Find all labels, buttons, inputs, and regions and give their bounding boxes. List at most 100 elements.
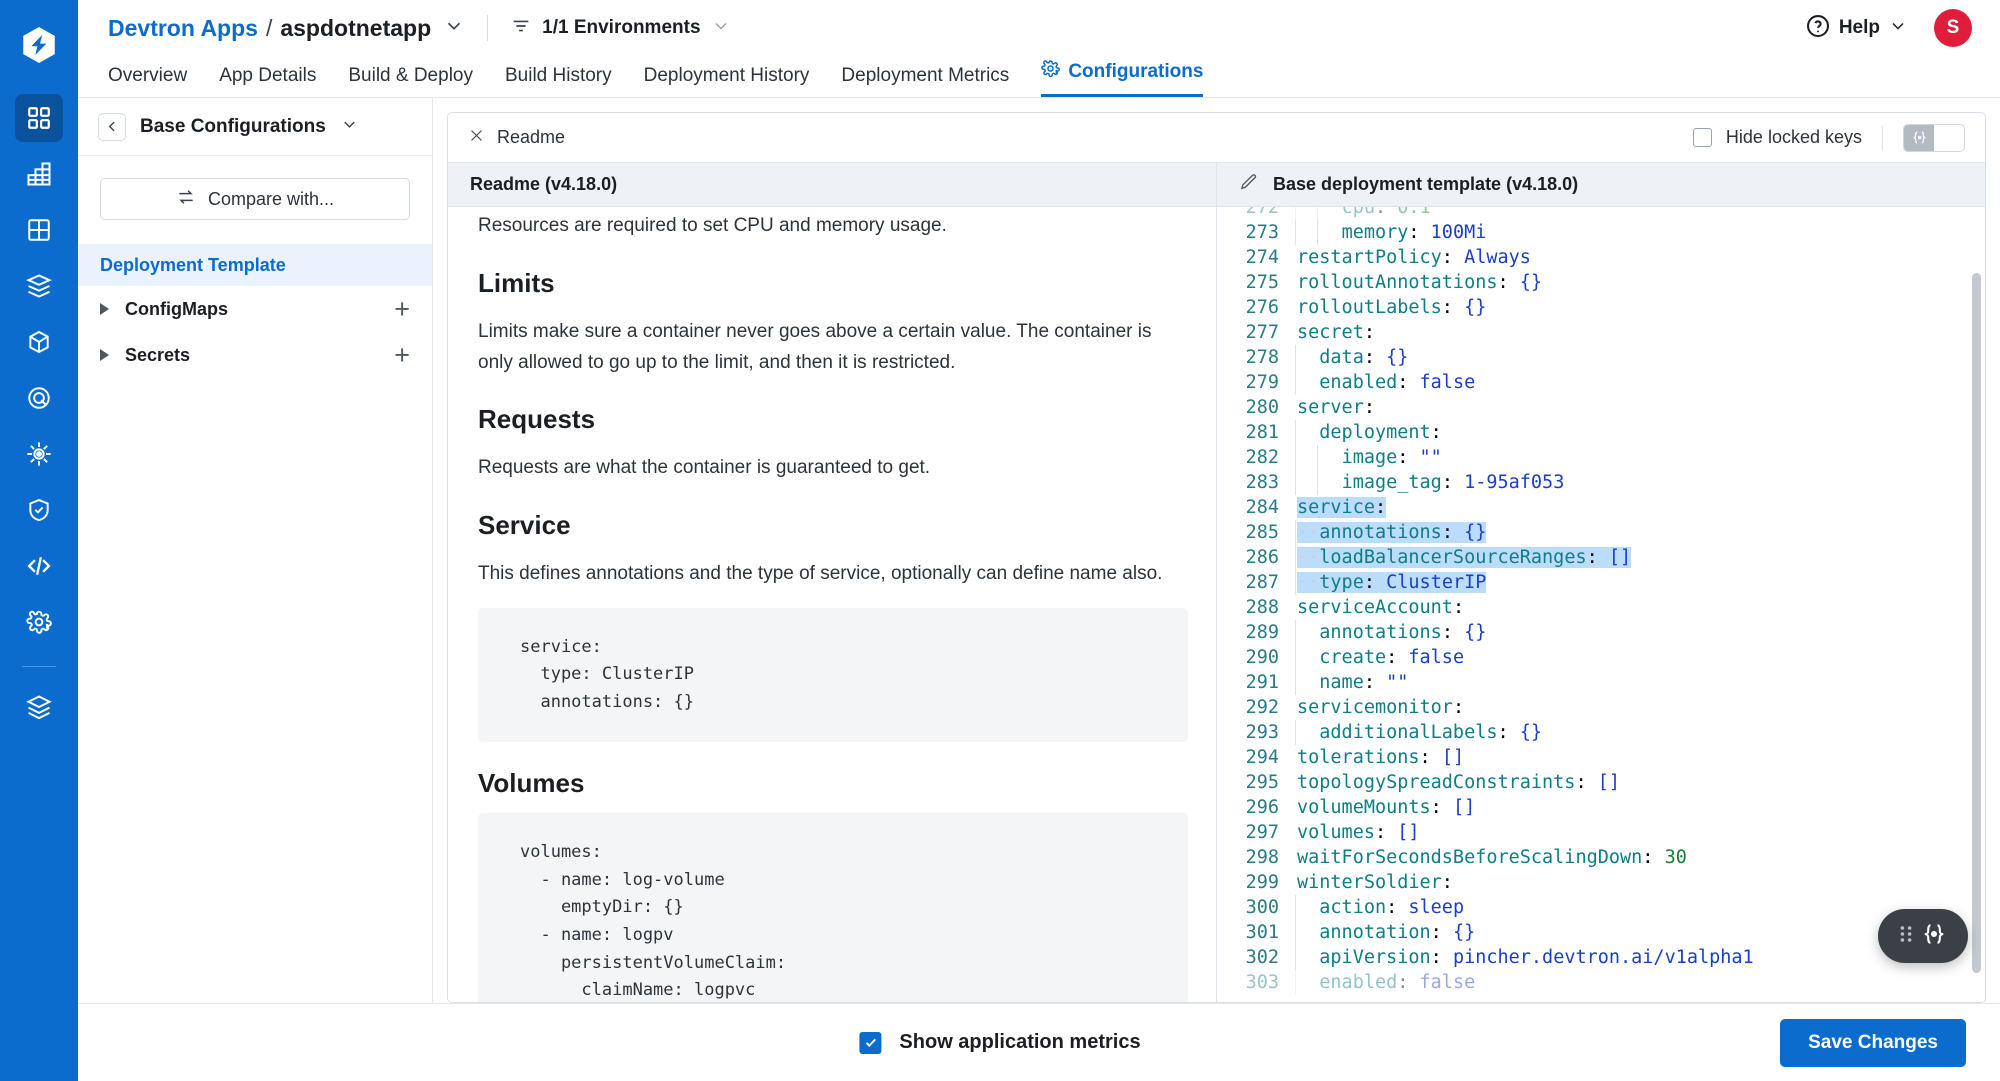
yaml-line-content: memory: 100Mi: [1341, 222, 1487, 243]
yaml-line[interactable]: 277 secret:: [1217, 320, 1985, 345]
yaml-line-number: 275: [1245, 272, 1279, 293]
yaml-line-number: 303: [1245, 972, 1279, 993]
deployment-template-header: Base deployment template (v4.18.0): [1217, 163, 1985, 207]
yaml-line[interactable]: 297 volumes: []: [1217, 820, 1985, 845]
yaml-line[interactable]: 274 restartPolicy: Always: [1217, 245, 1985, 270]
tab-app-details[interactable]: App Details: [219, 65, 316, 97]
save-changes-button[interactable]: Save Changes: [1780, 1018, 1966, 1067]
rail-item-shield-check-icon[interactable]: [15, 486, 63, 534]
rail-item-chart-store[interactable]: [15, 262, 63, 310]
yaml-line[interactable]: 272 cpu: 0.1: [1217, 207, 1985, 220]
help-menu[interactable]: Help: [1805, 13, 1908, 44]
yaml-line[interactable]: 285 ··annotations: {}: [1217, 520, 1985, 545]
rail-item-helm-wheel-icon[interactable]: [15, 430, 63, 478]
tab-label: Overview: [108, 65, 188, 86]
rail-item-target[interactable]: [15, 374, 63, 422]
yaml-line[interactable]: 279 enabled: false: [1217, 370, 1985, 395]
show-application-metrics-checkbox[interactable]: [859, 1031, 882, 1054]
readme-pane: Readme (v4.18.0) Resources are required …: [448, 163, 1217, 1002]
tab-deployment-metrics[interactable]: Deployment Metrics: [841, 65, 1009, 97]
sidebar-title-chevron-down-icon[interactable]: [340, 115, 359, 139]
rail-divider: [22, 666, 56, 667]
rail-item-applications[interactable]: [15, 94, 63, 142]
yaml-line-content: data: {}: [1319, 347, 1409, 368]
add-configmap-button[interactable]: +: [394, 295, 410, 323]
gear-icon: [1041, 59, 1061, 84]
tab-deployment-history[interactable]: Deployment History: [644, 65, 810, 97]
view-mode-toggle[interactable]: [1903, 123, 1965, 152]
yaml-line[interactable]: 301 annotation: {}: [1217, 920, 1985, 945]
sidebar-title: Base Configurations: [140, 115, 326, 137]
close-icon[interactable]: [468, 127, 485, 149]
yaml-line[interactable]: 293 additionalLabels: {}: [1217, 720, 1985, 745]
yaml-line[interactable]: 300 action: sleep: [1217, 895, 1985, 920]
tab-overview[interactable]: Overview: [108, 65, 187, 97]
rail-item-gear-icon[interactable]: [15, 598, 63, 646]
sidebar-item-deployment-template[interactable]: Deployment Template: [78, 244, 432, 286]
yaml-line[interactable]: 278 data: {}: [1217, 345, 1985, 370]
yaml-line[interactable]: 298 waitForSecondsBeforeScalingDown: 30: [1217, 845, 1985, 870]
yaml-line[interactable]: 288 serviceAccount:: [1217, 595, 1985, 620]
yaml-line-number: 285: [1245, 522, 1279, 543]
yaml-line[interactable]: 287 ··type: ClusterIP: [1217, 570, 1985, 595]
yaml-editor[interactable]: 272 cpu: 0.1 273 memory: 100Mi 274 restartP…: [1217, 207, 1985, 1002]
yaml-line[interactable]: 281 deployment:: [1217, 420, 1985, 445]
add-secret-button[interactable]: +: [394, 341, 410, 369]
rail-item-code-brackets-icon[interactable]: [15, 542, 63, 590]
show-application-metrics-label[interactable]: Show application metrics: [899, 1031, 1140, 1054]
yaml-line-content: serviceAccount:: [1297, 597, 1465, 618]
yaml-line[interactable]: 299 winterSoldier:: [1217, 870, 1985, 895]
yaml-line[interactable]: 276 rolloutLabels: {}: [1217, 295, 1985, 320]
avatar[interactable]: S: [1934, 9, 1972, 47]
code-object-icon[interactable]: [1920, 920, 1948, 953]
compare-with-button[interactable]: Compare with...: [100, 178, 410, 220]
readme-paragraph: Limits make sure a container never goes …: [478, 320, 1152, 373]
readme-content[interactable]: Resources are required to set CPU and me…: [448, 207, 1216, 1002]
sidebar-item-secrets[interactable]: Secrets +: [78, 332, 432, 378]
floating-action-button[interactable]: [1878, 909, 1968, 963]
sidebar-items: Deployment Template ConfigMaps + Secrets…: [78, 244, 432, 378]
tab-build-history[interactable]: Build History: [505, 65, 612, 97]
app-selector-chevron-down-icon[interactable]: [443, 15, 465, 42]
readme-chip[interactable]: Readme: [468, 127, 565, 149]
sidebar-back-chevron-left-icon[interactable]: [98, 112, 126, 141]
yaml-line[interactable]: 283 image_tag: 1-95af053: [1217, 470, 1985, 495]
yaml-line[interactable]: 273 memory: 100Mi: [1217, 220, 1985, 245]
yaml-line[interactable]: 289 annotations: {}: [1217, 620, 1985, 645]
yaml-line[interactable]: 296 volumeMounts: []: [1217, 795, 1985, 820]
yaml-line[interactable]: 291 name: "": [1217, 670, 1985, 695]
yaml-line[interactable]: 302 apiVersion: pincher.devtron.ai/v1alp…: [1217, 945, 1985, 970]
yaml-line[interactable]: 284 service:: [1217, 495, 1985, 520]
tab-build-and-deploy[interactable]: Build & Deploy: [348, 65, 473, 97]
yaml-line[interactable]: 292 servicemonitor:: [1217, 695, 1985, 720]
rail-item-chart-grid[interactable]: [15, 150, 63, 198]
split-view: Readme (v4.18.0) Resources are required …: [448, 163, 1985, 1002]
readme-pane-header: Readme (v4.18.0): [448, 163, 1216, 207]
yaml-line[interactable]: 295 topologySpreadConstraints: []: [1217, 770, 1985, 795]
drag-dots-icon[interactable]: [1898, 922, 1914, 951]
breadcrumb-devtron-apps[interactable]: Devtron Apps: [108, 15, 258, 42]
rail-item-resource-cube[interactable]: [15, 318, 63, 366]
yaml-line-number: 299: [1245, 872, 1279, 893]
yaml-line-number: 284: [1245, 497, 1279, 518]
devtron-logo-icon[interactable]: [16, 22, 62, 68]
environments-selector[interactable]: 1/1 Environments: [510, 15, 730, 42]
yaml-line-content: enabled: false: [1319, 372, 1476, 393]
yaml-line[interactable]: 275 rolloutAnnotations: {}: [1217, 270, 1985, 295]
yaml-line-number: 294: [1245, 747, 1279, 768]
yaml-line[interactable]: 290 create: false: [1217, 645, 1985, 670]
hide-locked-keys-label[interactable]: Hide locked keys: [1726, 127, 1862, 148]
tab-configurations[interactable]: Configurations: [1041, 59, 1204, 97]
yaml-line[interactable]: 280 server:: [1217, 395, 1985, 420]
yaml-line[interactable]: 303 enabled: false: [1217, 970, 1985, 995]
rail-item-clusters[interactable]: [15, 206, 63, 254]
sidebar-item-configmaps[interactable]: ConfigMaps +: [78, 286, 432, 332]
yaml-line[interactable]: 286 ··loadBalancerSourceRanges: []: [1217, 545, 1985, 570]
yaml-line[interactable]: 294 tolerations: []: [1217, 745, 1985, 770]
indent-guide: [1295, 345, 1296, 370]
hide-locked-keys-checkbox[interactable]: [1692, 128, 1712, 147]
yaml-line-content: name: "": [1319, 672, 1409, 693]
yaml-line[interactable]: 282 image: "": [1217, 445, 1985, 470]
rail-item-layers-stack-icon[interactable]: [15, 683, 63, 731]
yaml-line-content: ··type: ClusterIP: [1297, 572, 1487, 593]
